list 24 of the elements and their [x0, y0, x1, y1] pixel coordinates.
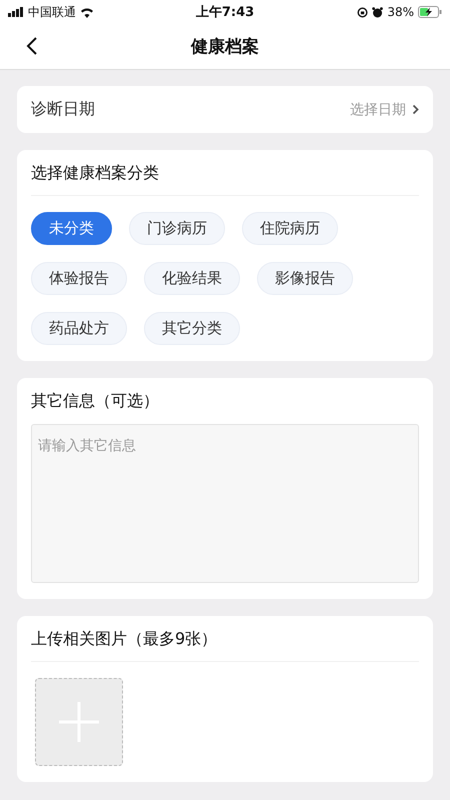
section-title: 上传相关图片（最多9张） — [31, 616, 419, 662]
page-title: 健康档案 — [191, 36, 259, 58]
section-title: 选择健康档案分类 — [31, 150, 419, 196]
status-time: 上午7:43 — [196, 4, 254, 21]
category-chip[interactable]: 住院病历 — [242, 212, 338, 245]
chevron-right-icon — [412, 104, 419, 115]
category-chip[interactable]: 化验结果 — [144, 262, 240, 295]
carrier-name: 中国联通 — [28, 4, 76, 20]
info-text-field[interactable]: 请输入其它信息 — [31, 424, 419, 583]
alarm-icon — [372, 6, 384, 18]
signal-icon — [8, 7, 24, 17]
battery-charging-icon — [418, 6, 442, 18]
battery-percent: 38% — [387, 5, 414, 19]
rotation-lock-icon — [357, 6, 368, 18]
section-title: 其它信息（可选） — [31, 390, 160, 412]
category-chip[interactable]: 其它分类 — [144, 312, 240, 345]
wifi-icon — [80, 6, 94, 18]
category-chip[interactable]: 药品处方 — [31, 312, 127, 345]
category-chip[interactable]: 门诊病历 — [129, 212, 225, 245]
date-picker-row[interactable]: 诊断日期 选择日期 — [17, 86, 433, 133]
category-chip[interactable]: 未分类 — [31, 212, 112, 245]
category-chip[interactable]: 体验报告 — [31, 262, 127, 295]
back-icon — [26, 36, 38, 56]
category-chip[interactable]: 影像报告 — [257, 262, 353, 295]
